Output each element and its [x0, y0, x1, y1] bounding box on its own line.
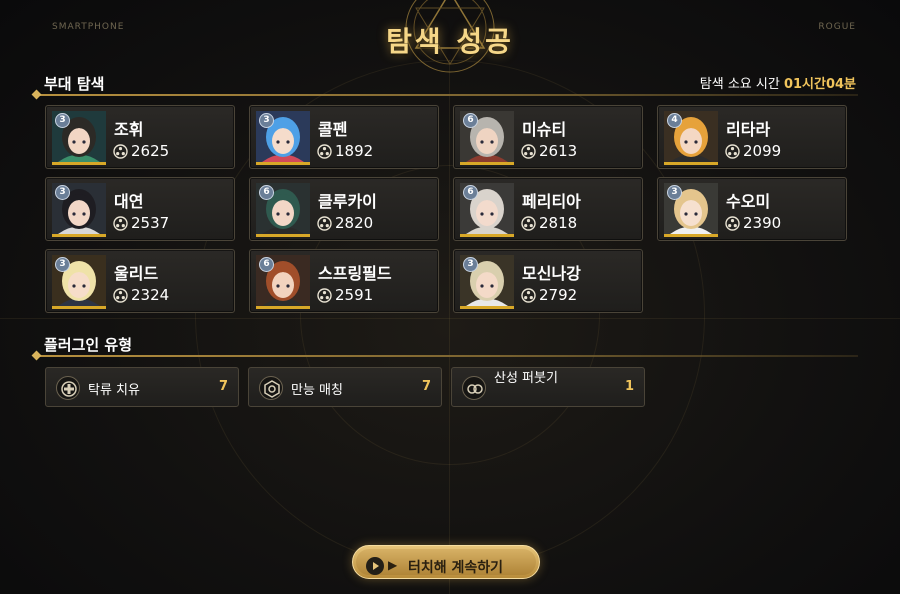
member-name: 스프링필드: [318, 264, 392, 283]
rank-badge: 3: [55, 113, 70, 128]
plugin-section-diamond: [31, 350, 42, 361]
plugin-name: 탁류 치유: [88, 383, 140, 398]
member-power: 2537: [131, 214, 170, 232]
plugin-count: 7: [421, 379, 431, 394]
play-icon: [366, 557, 384, 575]
member-power: 1892: [335, 142, 374, 160]
member-card[interactable]: 3 모신나강 2792: [453, 249, 643, 313]
member-name: 조휘: [114, 120, 144, 139]
exploration-time-value: 01시간04분: [783, 77, 856, 92]
member-power: 2820: [335, 214, 374, 232]
exploration-time: 탐색 소요 시간 01시간04분: [700, 73, 856, 92]
combat-power-icon: [521, 216, 536, 231]
member-card[interactable]: 6 페리티아 2818: [453, 177, 643, 241]
page-title: 탐색 성공: [386, 25, 514, 58]
rank-badge: 6: [259, 185, 274, 200]
plugin-name: 만능 매칭: [291, 383, 343, 398]
member-power: 2099: [743, 142, 782, 160]
member-name: 울리드: [114, 264, 159, 283]
combat-power-icon: [113, 288, 128, 303]
member-power: 2390: [743, 214, 782, 232]
turbid-heal-icon: [56, 376, 80, 400]
exploration-time-label: 탐색 소요 시간: [699, 77, 780, 92]
rank-badge: 6: [259, 257, 274, 272]
combat-power-icon: [725, 144, 740, 159]
member-card[interactable]: 3 대연 2537: [45, 177, 235, 241]
member-card[interactable]: 6 클루카이 2820: [249, 177, 439, 241]
rank-badge: 3: [259, 113, 274, 128]
member-card[interactable]: 3 콜펜 1892: [249, 105, 439, 169]
member-power: 2792: [539, 286, 578, 304]
member-name: 페리티아: [522, 192, 581, 211]
background-line-vertical: [449, 60, 450, 594]
plugin-count: 7: [218, 379, 228, 394]
member-power: 2613: [539, 142, 578, 160]
member-card[interactable]: 3 수오미 2390: [657, 177, 847, 241]
rank-badge: 3: [667, 185, 682, 200]
member-card[interactable]: 6 스프링필드 2591: [249, 249, 439, 313]
plugin-count: 1: [624, 379, 634, 394]
combat-power-icon: [725, 216, 740, 231]
combat-power-icon: [113, 144, 128, 159]
member-name: 미슈티: [522, 120, 567, 139]
plugin-name: 산성 퍼붓기: [494, 371, 558, 386]
member-power: 2324: [131, 286, 170, 304]
plugin-section-title: 플러그인 유형: [44, 336, 133, 354]
continue-label: 터치해 계속하기: [408, 560, 504, 576]
universal-match-icon: [259, 376, 283, 400]
member-name: 리타라: [726, 120, 771, 139]
member-card[interactable]: 3 조휘 2625: [45, 105, 235, 169]
combat-power-icon: [521, 144, 536, 159]
member-card[interactable]: 6 미슈티 2613: [453, 105, 643, 169]
rank-badge: 3: [55, 257, 70, 272]
combat-power-icon: [317, 288, 332, 303]
rank-badge: 3: [55, 185, 70, 200]
rank-badge: 4: [667, 113, 682, 128]
combat-power-icon: [317, 144, 332, 159]
member-name: 클루카이: [318, 192, 377, 211]
member-card[interactable]: 3 울리드 2324: [45, 249, 235, 313]
continue-button[interactable]: ▶ 터치해 계속하기: [352, 545, 540, 579]
plugin-card[interactable]: 만능 매칭 7: [248, 367, 442, 407]
squad-section-title: 부대 탐색: [44, 75, 105, 93]
arrow-icon: ▶: [388, 558, 398, 572]
rank-badge: 6: [463, 185, 478, 200]
continue-button-inner: ▶ 터치해 계속하기: [356, 549, 536, 576]
member-name: 대연: [114, 192, 144, 211]
plugin-card[interactable]: 탁류 치유 7: [45, 367, 239, 407]
combat-power-icon: [521, 288, 536, 303]
squad-section-divider: [36, 94, 858, 96]
rank-badge: 3: [463, 257, 478, 272]
rank-badge: 6: [463, 113, 478, 128]
member-card[interactable]: 4 리타라 2099: [657, 105, 847, 169]
plugin-section-divider: [36, 355, 858, 357]
member-power: 2818: [539, 214, 578, 232]
plugin-card[interactable]: 산성 퍼붓기 1: [451, 367, 645, 407]
combat-power-icon: [317, 216, 332, 231]
member-power: 2591: [335, 286, 374, 304]
member-power: 2625: [131, 142, 170, 160]
squad-section-diamond: [31, 89, 42, 100]
acid-spray-icon: [462, 376, 486, 400]
member-name: 모신나강: [522, 264, 581, 283]
member-name: 콜펜: [318, 120, 348, 139]
background-line-horizontal: [0, 318, 900, 319]
combat-power-icon: [113, 216, 128, 231]
member-name: 수오미: [726, 192, 771, 211]
